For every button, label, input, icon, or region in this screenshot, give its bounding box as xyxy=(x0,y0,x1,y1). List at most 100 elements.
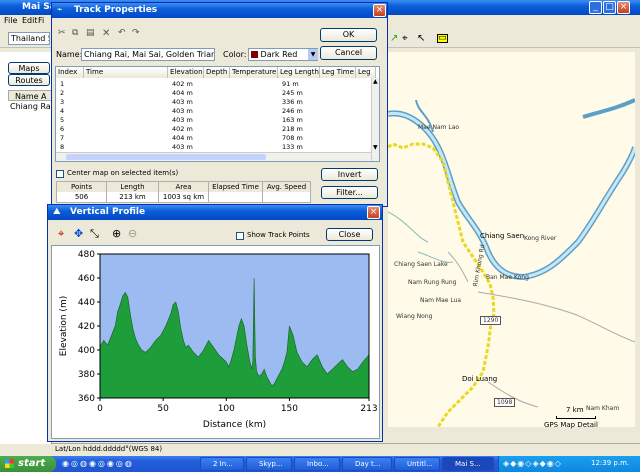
cell-index: 7 xyxy=(60,134,65,142)
zoom-out-icon[interactable]: ⊖ xyxy=(128,227,137,240)
cell-leg-length: 336 m xyxy=(282,98,303,106)
scroll-down-icon[interactable]: ▼ xyxy=(373,144,378,151)
stat-h-speed: Avg. Speed xyxy=(263,182,311,192)
vertical-profile-close-icon[interactable]: × xyxy=(367,206,380,219)
col-time[interactable]: Time xyxy=(84,67,168,78)
cell-index: 8 xyxy=(60,143,65,151)
taskbar-button-4[interactable]: Day t... xyxy=(342,457,392,471)
pan-icon[interactable]: ✥ xyxy=(74,227,83,240)
col-index[interactable]: Index xyxy=(56,67,84,78)
list-header: Name A xyxy=(8,90,52,101)
track-properties-close-icon[interactable]: × xyxy=(373,4,386,17)
menu-file[interactable]: File xyxy=(4,16,17,25)
table-row[interactable]: 3 403 m 336 m xyxy=(56,98,371,106)
x-tick-label: 50 xyxy=(157,404,169,414)
x-tick-label: 213 xyxy=(360,404,377,414)
map-svg xyxy=(388,98,635,431)
start-button[interactable]: start xyxy=(0,456,56,472)
center-map-checkbox[interactable] xyxy=(56,170,64,178)
track-properties-dialog: Track Properties ⌁ × ✂ ⧉ ▤ ✕ ↶ ↷ Name: C… xyxy=(51,2,388,207)
map-label-place3: Wiang Nong xyxy=(396,313,433,320)
select-icon[interactable]: ↖ xyxy=(417,33,425,44)
map-view[interactable]: Chiang Saen Rim Khong Rd Doi Luang 1098 … xyxy=(388,52,635,431)
close-icon[interactable]: × xyxy=(617,1,630,14)
col-leg-time[interactable]: Leg Time xyxy=(320,67,356,78)
table-row[interactable]: 2 404 m 245 m xyxy=(56,89,371,97)
profile-close-button[interactable]: Close xyxy=(326,228,373,241)
taskbar-button-5[interactable]: Untitl... xyxy=(394,457,440,471)
zoom-in-icon[interactable]: ⊕ xyxy=(112,227,121,240)
table-row[interactable]: 7 404 m 708 m xyxy=(56,134,371,142)
stat-points: 506 xyxy=(57,192,107,202)
redo-icon[interactable]: ↷ xyxy=(132,28,140,38)
paste-icon[interactable]: ▤ xyxy=(86,28,95,38)
name-field[interactable]: Chiang Rai, Mai Sai, Golden Triangle xyxy=(81,48,215,61)
vertical-profile-title-bar: Vertical Profile xyxy=(48,205,382,220)
color-swatch xyxy=(251,51,258,58)
col-depth[interactable]: Depth xyxy=(204,67,230,78)
measure-icon[interactable]: ▭ xyxy=(437,34,448,43)
tray-icons[interactable]: ◈◆◉◇◈◆◉◇ xyxy=(503,459,562,468)
cell-index: 6 xyxy=(60,125,65,133)
show-track-points-checkbox[interactable] xyxy=(236,232,244,240)
table-row[interactable]: 5 403 m 163 m xyxy=(56,116,371,124)
quicklaunch-icons[interactable]: ◉◎◍◉◎◉◎◍ xyxy=(62,459,134,468)
track-properties-title-bar: Track Properties xyxy=(52,3,387,18)
name-label: Name: xyxy=(56,50,83,59)
col-elevation[interactable]: Elevation xyxy=(168,67,204,78)
invert-button[interactable]: Invert xyxy=(321,168,378,181)
y-tick-label: 460 xyxy=(78,274,95,284)
tab-routes[interactable]: Routes xyxy=(8,74,50,86)
table-row[interactable]: 6 402 m 218 m xyxy=(56,125,371,133)
y-tick-label: 480 xyxy=(78,250,95,260)
cut-icon[interactable]: ✂ xyxy=(58,28,66,38)
list-header-a[interactable]: A xyxy=(41,92,46,101)
start-label: start xyxy=(18,458,46,469)
pointer-icon[interactable]: ↗ xyxy=(390,33,398,44)
color-label: Color: xyxy=(223,50,247,59)
map-label-place6: Mae Nam Lao xyxy=(418,124,460,131)
profile-icon: ⛰ xyxy=(53,207,61,217)
center-map-label: Center map on selected item(s) xyxy=(67,169,179,177)
ok-button[interactable]: OK xyxy=(320,28,377,42)
table-v-scrollbar[interactable]: ▲ ▼ xyxy=(371,78,379,161)
cell-leg-length: 245 m xyxy=(282,89,303,97)
stat-speed xyxy=(263,192,311,202)
h-scrollbar-thumb[interactable] xyxy=(66,154,266,160)
color-value: Dark Red xyxy=(260,50,298,59)
scroll-up-icon[interactable]: ▲ xyxy=(373,78,378,85)
cell-index: 5 xyxy=(60,116,65,124)
taskbar-button-3[interactable]: Inbo... xyxy=(294,457,340,471)
table-h-scrollbar[interactable] xyxy=(56,152,371,161)
col-leg-length[interactable]: Leg Length xyxy=(278,67,320,78)
table-row[interactable]: 8 403 m 133 m xyxy=(56,143,371,151)
y-tick-label: 440 xyxy=(78,298,95,308)
menu-fi[interactable]: Fi xyxy=(38,16,44,25)
delete-icon[interactable]: ✕ xyxy=(102,28,110,39)
taskbar-button-2[interactable]: Skyp... xyxy=(246,457,292,471)
minimize-icon[interactable]: _ xyxy=(589,1,602,14)
chart-panel[interactable]: 360 380 400 420 440 460 480 0 50 100 150 213 Distanc… xyxy=(51,245,380,439)
col-leg[interactable]: Leg xyxy=(356,67,376,78)
taskbar-button-1[interactable]: 2 In... xyxy=(200,457,244,471)
side-panel: Maps Routes Name A Chiang Rai xyxy=(0,52,53,444)
copy-icon[interactable]: ⧉ xyxy=(72,28,78,38)
stat-elapsed xyxy=(209,192,263,202)
crosshair-icon[interactable]: ⌖ xyxy=(58,227,64,241)
undo-icon[interactable]: ↶ xyxy=(118,28,126,38)
list-item[interactable]: Chiang Rai xyxy=(10,102,53,111)
maximize-icon[interactable]: □ xyxy=(603,1,616,14)
map-product-combo[interactable]: Thailand St xyxy=(8,32,50,45)
list-header-name[interactable]: Name xyxy=(15,92,39,101)
route-tool-icon[interactable]: ⌖ xyxy=(402,33,408,44)
cancel-button[interactable]: Cancel xyxy=(320,46,377,60)
color-dropdown-icon[interactable]: ▼ xyxy=(308,49,318,60)
filter-button[interactable]: Filter... xyxy=(321,186,378,199)
col-temperature[interactable]: Temperature xyxy=(230,67,278,78)
tab-maps[interactable]: Maps xyxy=(8,62,50,74)
menu-edit[interactable]: Edit xyxy=(22,16,38,25)
table-row[interactable]: 4 403 m 246 m xyxy=(56,107,371,115)
taskbar-button-6[interactable]: Mai S... xyxy=(442,457,494,471)
measure-tool-icon[interactable]: ⤡ xyxy=(90,227,99,241)
table-row[interactable]: 1 402 m 91 m xyxy=(56,80,371,88)
